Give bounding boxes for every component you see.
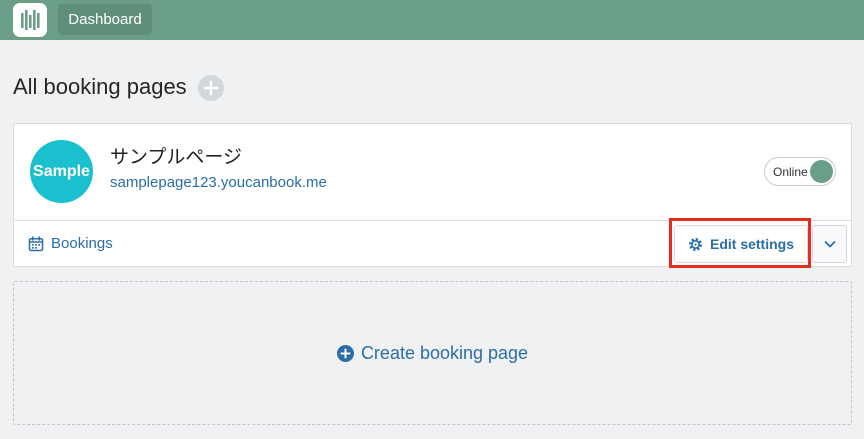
- app-logo[interactable]: [13, 3, 47, 37]
- create-booking-page-link[interactable]: Create booking page: [336, 342, 529, 364]
- plus-circle-icon: [203, 80, 219, 96]
- card-divider: [14, 220, 851, 221]
- plus-circle-icon: [336, 344, 354, 362]
- booking-page-avatar[interactable]: Sample: [30, 140, 93, 203]
- create-booking-page-label: Create booking page: [360, 343, 529, 363]
- chevron-down-icon: [824, 241, 835, 248]
- bars-logo-icon: [21, 10, 40, 30]
- top-navigation-bar: Dashboard: [0, 0, 864, 40]
- booking-page-card: Sample サンプルページ samplepage123.youcanbook.…: [13, 123, 852, 267]
- create-booking-page-area[interactable]: Create booking page: [13, 281, 852, 425]
- online-status-toggle[interactable]: Online: [764, 157, 836, 186]
- calendar-icon: [28, 236, 44, 252]
- edit-settings-label: Edit settings: [709, 236, 794, 252]
- add-booking-page-button[interactable]: [198, 75, 224, 101]
- more-options-dropdown-button[interactable]: [812, 225, 847, 263]
- booking-page-url-link[interactable]: samplepage123.youcanbook.me: [110, 174, 327, 192]
- booking-page-name[interactable]: サンプルページ: [110, 145, 242, 169]
- page-title: All booking pages: [13, 74, 187, 99]
- gear-icon: [689, 237, 702, 251]
- toggle-knob: [810, 160, 833, 183]
- dashboard-button[interactable]: Dashboard: [58, 4, 152, 35]
- edit-settings-button[interactable]: Edit settings: [674, 225, 808, 263]
- bookings-link[interactable]: Bookings: [28, 235, 113, 253]
- bookings-label: Bookings: [51, 235, 113, 252]
- avatar-text: Sample: [33, 162, 90, 180]
- status-toggle-label: Online: [773, 165, 808, 179]
